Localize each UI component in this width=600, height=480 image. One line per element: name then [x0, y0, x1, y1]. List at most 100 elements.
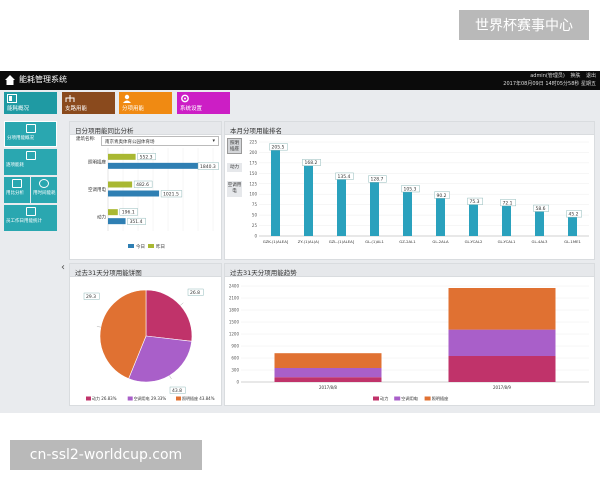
page: 世界杯赛事中心 能耗管理系统 admin(管理员) 换肤 退出 2017年08月…: [0, 0, 600, 480]
legend-label: 照明插座 43.84%: [182, 395, 215, 401]
module-label: 系统设置: [180, 106, 203, 112]
pie-leader-line: [180, 302, 184, 306]
module-label: 支路用能: [65, 106, 88, 112]
sidebar-item-energy[interactable]: 逐项能耗: [4, 149, 57, 175]
stacked-bar-segment: [448, 329, 556, 356]
y-tick-label: 1500: [229, 320, 240, 325]
collapse-arrow-icon[interactable]: ‹: [61, 262, 65, 273]
legend-label: 照明插座: [432, 395, 449, 402]
trend-chart: 0 300 600 900 1200 1500 1800 2100 2400 2017/8/8 20…: [229, 284, 589, 402]
rank-bar: [469, 204, 478, 236]
panel-title: 日分项用能同比分析: [70, 122, 221, 135]
top-bar: 能耗管理系统 admin(管理员) 换肤 退出 2017年08月09日 14时0…: [0, 71, 600, 90]
sidebar-item-time[interactable]: 用时间能耗: [31, 177, 57, 203]
app-title: 能耗管理系统: [19, 75, 67, 84]
legend-swatch: [127, 396, 133, 401]
rank-data-label: 58.6: [536, 206, 546, 212]
chart-icon: [25, 124, 36, 133]
x-tick-label: GZ-2AL1: [399, 239, 416, 244]
rank-data-label: 205.5: [272, 145, 285, 151]
app-window: 能耗管理系统 admin(管理员) 换肤 退出 2017年08月09日 14时0…: [0, 71, 600, 413]
watermark-bottom: cn-ssl2-worldcup.com: [10, 440, 202, 470]
y-tick-label: 1200: [229, 332, 240, 337]
user-area: admin(管理员) 换肤 退出 2017年08月09日 14时05分58秒 星…: [503, 72, 596, 88]
rank-data-label: 90.2: [437, 193, 447, 199]
daily-comparison-chart: 照明插座 552.3 1840.3 空调用电 482.6 1021.5 动力 196.1 351…: [88, 148, 219, 250]
chevron-down-icon: ▾: [212, 138, 215, 144]
rank-bar: [370, 182, 379, 236]
module-branch[interactable]: 支路用能: [62, 92, 115, 114]
x-tick-label: ZY-(1)AL(A): [298, 239, 320, 244]
stacked-bar-segment: [274, 368, 382, 378]
y-tick-label: 125: [249, 181, 257, 186]
rank-bar: [271, 150, 280, 236]
stacked-bar-segment: [274, 353, 382, 368]
rank-bar: [304, 165, 313, 236]
sidebar-item-workday[interactable]: 员工作日用能统计: [4, 205, 57, 231]
stacked-bar-segment: [274, 377, 382, 382]
legend-swatch-today: [128, 244, 134, 248]
theme-link[interactable]: 换肤: [570, 73, 580, 79]
datetime: 2017年08月09日 14时05分58秒 星期五: [503, 81, 596, 87]
tab-power[interactable]: 动力: [227, 163, 242, 172]
y-tick-label: 25: [252, 223, 258, 228]
y-tick-label: 600: [231, 356, 239, 361]
y-tick-label: 300: [231, 368, 239, 373]
home-icon: [5, 75, 15, 85]
sidebar-label: 用时间能耗: [33, 191, 56, 196]
legend-swatch: [176, 396, 181, 401]
y-tick-label: 2400: [229, 284, 240, 289]
rank-data-label: 72.1: [503, 200, 513, 206]
tab-aircon[interactable]: 空调用电: [227, 181, 242, 197]
y-tick-label: 1800: [229, 308, 240, 313]
data-label-yesterday: 552.3: [140, 154, 153, 160]
rank-bar: [568, 217, 577, 236]
stacked-bar-segment: [448, 288, 556, 330]
module-settings[interactable]: 系统设置: [177, 92, 230, 114]
pie-data-label: 29.3: [86, 294, 96, 300]
y-tick-label: 50: [252, 213, 258, 218]
legend-label: 动力: [380, 395, 388, 402]
panel-title: 过去31天分项用能趋势: [225, 264, 594, 277]
module-overview[interactable]: 能耗概况: [4, 92, 57, 114]
branch-icon: [65, 95, 75, 102]
filter-label: 建筑名称:: [76, 137, 96, 142]
pie-leader-line: [96, 326, 101, 328]
pie-data-label: 43.8: [172, 388, 182, 394]
rank-bar: [436, 198, 445, 236]
rank-bar: [403, 192, 412, 236]
legend-label: 空调用电: [401, 395, 419, 402]
module-label: 能耗概况: [7, 106, 30, 112]
monthly-rank-chart: 0 25 50 75 100 125 150 175 200 225 205.5 GZK-(1)ALE…: [249, 140, 589, 244]
pie-chart: 26.8 29.3 43.8 动力 26.83% 空调用电 29.33% 照明插座 43.…: [83, 288, 215, 401]
sidebar-item-compare[interactable]: 用比分析: [4, 177, 30, 203]
bar-yesterday: [108, 209, 118, 216]
sidebar-item-overview[interactable]: 分项用能概况: [4, 121, 57, 147]
module-category[interactable]: 分项用能: [119, 92, 172, 114]
data-label-today: 351.4: [130, 219, 143, 225]
pie-leader-line: [169, 375, 172, 380]
category-label: 照明插座: [88, 158, 106, 165]
panel-title: 过去31天分项用能饼图: [70, 264, 221, 277]
building-select[interactable]: 南京青奥体育公园体育场 ▾: [101, 136, 219, 146]
sidebar-label: 员工作日用能统计: [6, 219, 42, 224]
x-tick-label: GZL-(1)ALEA]: [329, 239, 355, 244]
x-tick-label: GZK-(1)ALEA]: [263, 239, 289, 244]
logout-link[interactable]: 退出: [586, 73, 596, 79]
y-tick-label: 0: [236, 380, 239, 385]
pen-icon: [25, 151, 36, 160]
panel-trend: 过去31天分项用能趋势 0 300 600 900 1200 1500 1800 2100 24…: [224, 263, 595, 406]
tab-lighting[interactable]: 照明插座: [227, 138, 242, 154]
y-tick-label: 900: [231, 344, 239, 349]
x-tick-label: 2017/8/9: [493, 385, 511, 390]
y-tick-label: 200: [249, 150, 257, 155]
user-link[interactable]: admin(管理员): [530, 73, 565, 79]
legend-label: 空调用电 29.33%: [134, 395, 167, 401]
pie-data-label: 26.8: [190, 290, 200, 296]
user-icon: [123, 94, 131, 103]
sidebar-label: 逐项能耗: [6, 163, 24, 168]
y-tick-label: 2100: [229, 296, 240, 301]
legend-swatch: [373, 396, 379, 401]
rank-bar: [502, 205, 511, 236]
sidebar-label: 用比分析: [6, 191, 24, 196]
